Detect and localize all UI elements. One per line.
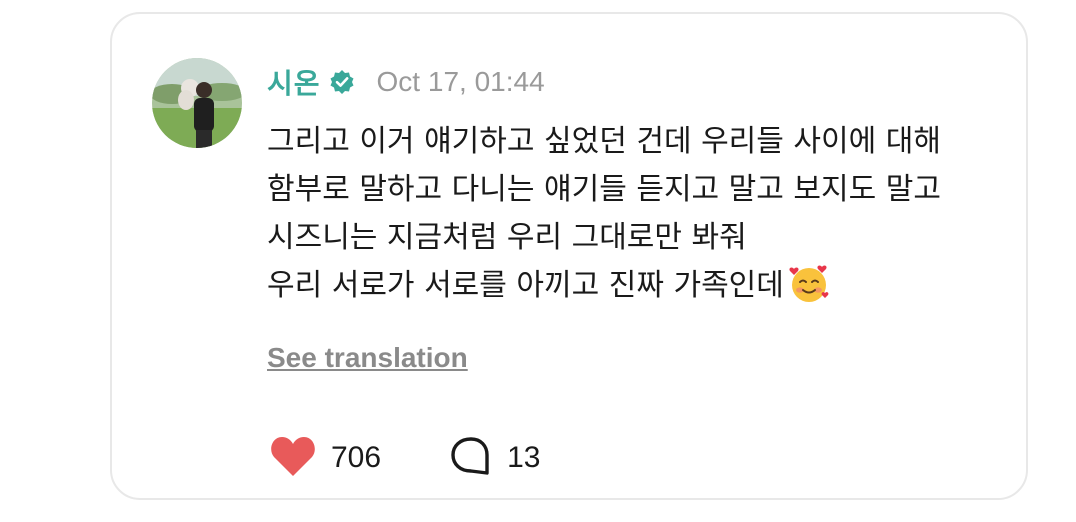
post-text-line-3: 시즈니는 지금처럼 우리 그대로만 봐줘 [267, 220, 747, 255]
post-actions: 706 13 [269, 434, 540, 482]
like-button[interactable]: 706 [269, 434, 381, 482]
like-count: 706 [331, 441, 382, 474]
post-content: 그리고 이거 얘기하고 싶었던 건데 우리들 사이에 대해 함부로 말하고 다니… [267, 118, 1076, 310]
avatar[interactable] [152, 58, 242, 148]
post-text-line-1: 그리고 이거 얘기하고 싶었던 건데 우리들 사이에 대해 [267, 124, 941, 159]
comment-button[interactable]: 13 [449, 435, 540, 481]
verified-badge-icon [329, 69, 355, 95]
heart-icon [269, 434, 317, 482]
author-name[interactable]: 시온 [267, 62, 321, 102]
post-timestamp: Oct 17, 01:44 [376, 66, 545, 97]
post-header: 시온 Oct 17, 01:44 [267, 64, 545, 100]
post-text-line-2: 함부로 말하고 다니는 얘기들 듣지고 말고 보지도 말고 [267, 172, 941, 207]
see-translation-link[interactable]: See translation [267, 342, 468, 374]
post-text-line-4: 우리 서로가 서로를 아끼고 진짜 가족인데 [267, 268, 784, 303]
post-card: 시온 Oct 17, 01:44 그리고 이거 얘기하고 싶었던 건데 우리들 … [110, 12, 1028, 500]
smiling-face-with-hearts-icon [788, 263, 830, 305]
avatar-photo [152, 58, 242, 148]
comment-count: 13 [507, 441, 541, 474]
comment-bubble-icon [449, 435, 493, 481]
